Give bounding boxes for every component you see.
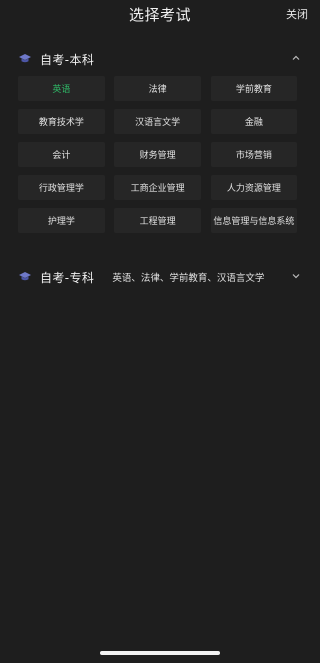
section-summary: 英语、法律、学前教育、汉语言文学 xyxy=(112,273,265,284)
exam-option[interactable]: 教育技术学 xyxy=(18,109,105,134)
exam-option[interactable]: 信息管理与信息系统 xyxy=(210,208,298,233)
section-title: 自考-本科 xyxy=(40,52,95,67)
exam-option[interactable]: 护理学 xyxy=(18,208,105,233)
section-header-undergrad[interactable]: 自考-本科 xyxy=(18,50,302,68)
exam-option[interactable]: 工商企业管理 xyxy=(114,175,201,200)
close-button[interactable]: 关闭 xyxy=(286,6,308,22)
chevron-up-icon[interactable] xyxy=(290,52,302,64)
exam-option[interactable]: 汉语言文学 xyxy=(114,109,201,134)
exam-option[interactable]: 人力资源管理 xyxy=(210,175,298,200)
page-title: 选择考试 xyxy=(128,6,191,24)
exam-option[interactable]: 英语 xyxy=(18,76,105,101)
exam-option[interactable]: 市场营销 xyxy=(210,142,298,167)
exam-option[interactable]: 金融 xyxy=(210,109,298,134)
home-indicator[interactable] xyxy=(100,651,220,655)
exam-option[interactable]: 会计 xyxy=(18,142,105,167)
graduation-cap-icon xyxy=(19,54,31,63)
exam-option[interactable]: 学前教育 xyxy=(210,76,298,101)
exam-option[interactable]: 行政管理学 xyxy=(18,175,105,200)
exam-option[interactable]: 工程管理 xyxy=(114,208,201,233)
section-header-junior-college[interactable]: 自考-专科 英语、法律、学前教育、汉语言文学 xyxy=(18,268,302,286)
exam-option[interactable]: 法律 xyxy=(114,76,201,101)
graduation-cap-icon xyxy=(19,272,31,281)
section-title: 自考-专科 xyxy=(40,270,95,285)
option-grid: 英语 法律 学前教育教育技术学 汉语言文学 金融会计 财务管理 市场营销行政管理学 工商企业管… xyxy=(18,76,298,233)
chevron-down-icon[interactable] xyxy=(290,270,302,282)
exam-option[interactable]: 财务管理 xyxy=(114,142,201,167)
exam-selection-page: 选择考试 关闭 自考-本科 英语 法律 学前教育教育技术学 汉语言文学 金融会计 财务管理… xyxy=(0,0,320,663)
header: 选择考试 关闭 xyxy=(0,0,320,26)
